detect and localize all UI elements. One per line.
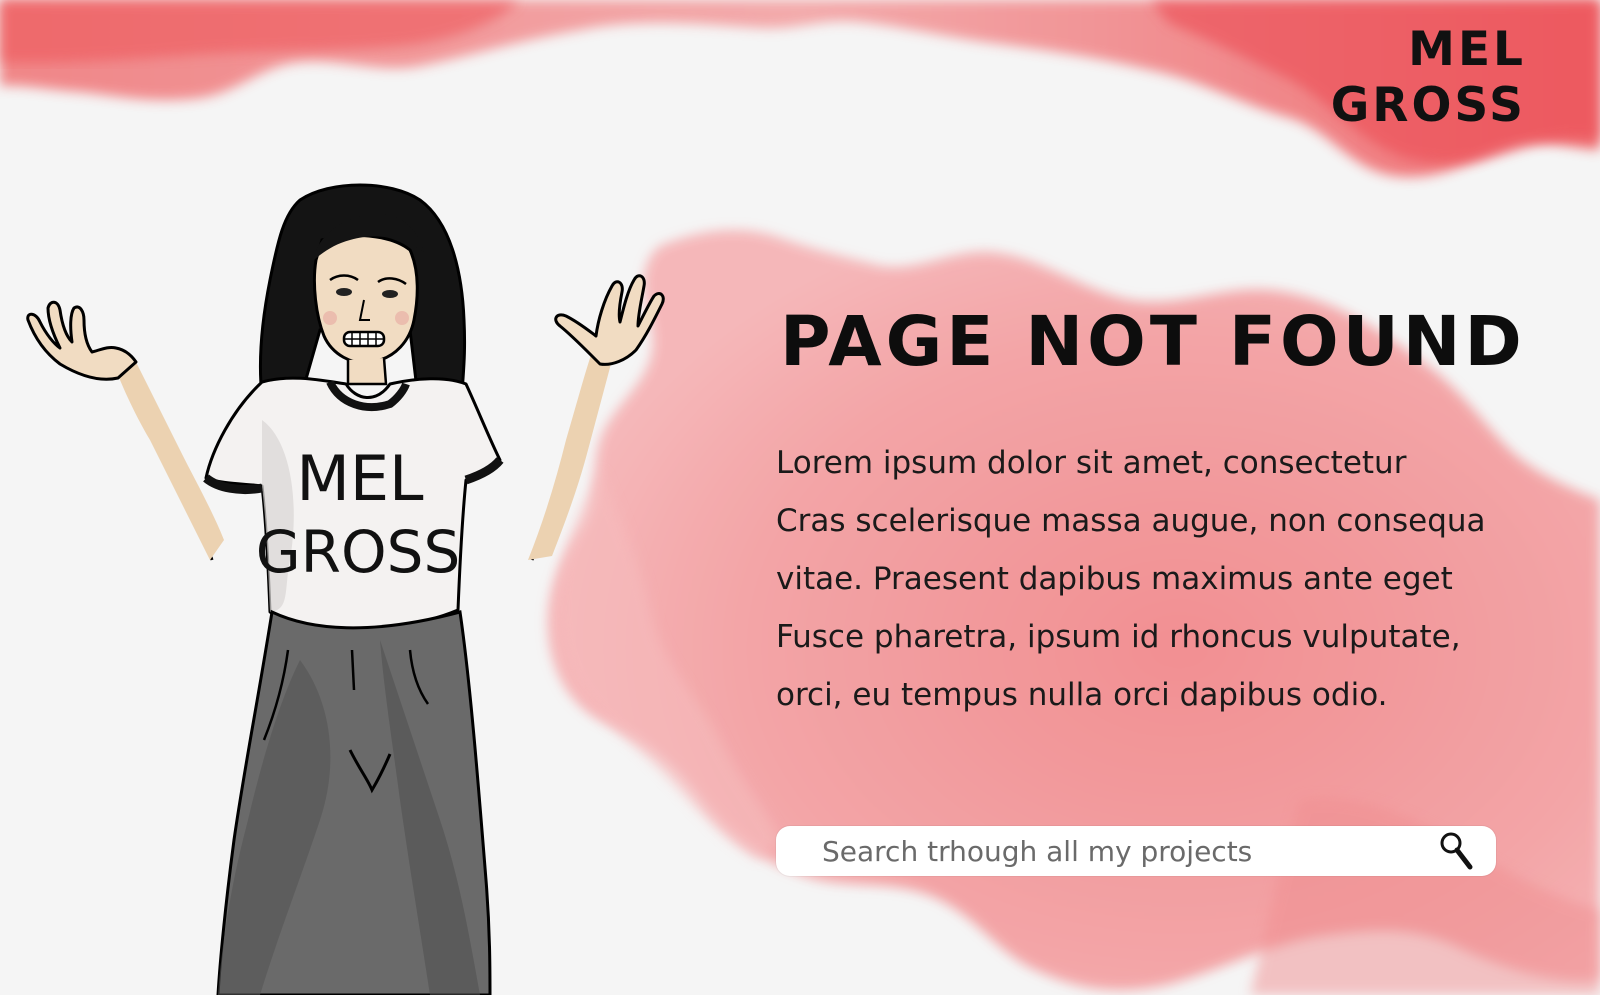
description-line: Fusce pharetra, ipsum id rhoncus vulputa…: [776, 619, 1461, 655]
not-found-page: MEL GROSS MEL GROSS PAGE NOT FOUND Lorem…: [0, 0, 1600, 995]
search-bar: [776, 826, 1496, 876]
description-line: Lorem ipsum dolor sit amet, consectetur: [776, 445, 1407, 481]
description-line: orci, eu tempus nulla orci dapibus odio.: [776, 677, 1388, 713]
shrugging-person-illustration: MEL GROSS: [26, 183, 665, 995]
description-line: Cras scelerisque massa augue, non conseq…: [776, 503, 1486, 539]
shirt-text-gross: GROSS: [256, 518, 461, 586]
magnifier-icon: [1440, 832, 1473, 870]
shirt-text-mel: MEL: [296, 442, 424, 515]
logo-line-1: MEL: [1408, 22, 1526, 77]
search-button[interactable]: [1436, 830, 1478, 872]
description-line: vitae. Praesent dapibus maximus ante ege…: [776, 561, 1453, 597]
search-input[interactable]: [822, 826, 1422, 876]
logo-line-2: GROSS: [1330, 78, 1526, 133]
brand-logo[interactable]: MEL GROSS: [1326, 22, 1526, 134]
page-title: PAGE NOT FOUND: [780, 302, 1526, 382]
error-description: Lorem ipsum dolor sit amet, consectetur …: [776, 434, 1556, 724]
